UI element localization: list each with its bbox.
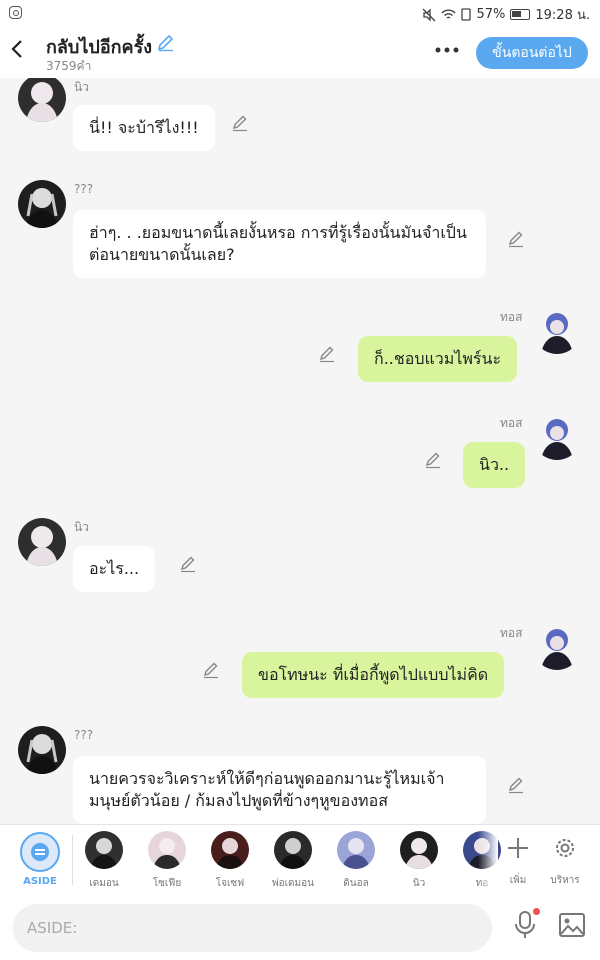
chevron-left-icon [11, 40, 22, 58]
character-label: พ่อเดมอน [272, 878, 314, 889]
image-icon[interactable] [558, 912, 586, 938]
character-chip[interactable]: นิว [397, 831, 441, 891]
more-dots-icon [435, 47, 459, 53]
edit-message-icon[interactable] [231, 114, 249, 132]
character-label: นิว [412, 878, 426, 889]
chat-header: กลับไปอีกครั้ง 3759คำ ขั้นตอนต่อไป [0, 26, 600, 78]
edit-message-icon[interactable] [179, 555, 197, 573]
back-button[interactable] [10, 38, 30, 64]
character-label: โซเฟีย [152, 878, 182, 889]
message-bubble[interactable]: ฮ่าๆ. . .ยอมขนาดนี้เลยงั้นหรอ การที่รู้เ… [73, 210, 486, 278]
edit-message-icon[interactable] [424, 451, 442, 469]
chat-area[interactable]: นิว นี่!! จะบ้ารึไง!!! ??? ฮ่าๆ. . .ยอมข… [0, 78, 600, 824]
word-count: 3759คำ [46, 59, 92, 73]
manage-characters-button[interactable]: บริหาร [547, 831, 583, 888]
add-character-button[interactable]: เพิ่ม [500, 831, 536, 888]
avatar [533, 622, 581, 670]
sender-name: นิว [74, 520, 89, 534]
character-chip[interactable]: โจเซฟ [208, 831, 252, 891]
character-avatar [337, 831, 375, 869]
character-label: เดมอน [89, 878, 119, 889]
message-input[interactable]: ASIDE: [13, 904, 492, 952]
microphone-button[interactable] [512, 908, 540, 940]
sender-name: ทอส [500, 310, 523, 324]
instagram-icon [9, 6, 22, 19]
character-chip[interactable]: พ่อเดมอน [271, 831, 315, 891]
sender-name: นิว [74, 80, 89, 94]
aside-label: ASIDE [23, 876, 57, 887]
avatar [18, 180, 66, 228]
character-avatar [85, 831, 123, 869]
message-bubble[interactable]: ขอโทษนะ ที่เมื่อกี้พูดไปแบบไม่คิด [242, 652, 505, 698]
aside-button[interactable] [20, 832, 60, 872]
chat-bubble-icon [31, 843, 49, 861]
edit-title-icon[interactable] [156, 32, 176, 52]
message-bubble[interactable]: อะไร... [73, 546, 156, 592]
message-bubble[interactable]: ก็..ชอบแวมไพร์นะ [358, 336, 518, 382]
status-right: 57% 19:28 น. [422, 4, 590, 25]
input-bar: ASIDE: [0, 896, 600, 960]
character-chip[interactable]: ดินอล [334, 831, 378, 891]
sender-name: ทอส [500, 416, 523, 430]
manage-label: บริหาร [550, 875, 580, 886]
avatar [533, 412, 581, 460]
clock: 19:28 น. [535, 8, 590, 23]
next-step-button[interactable]: ขั้นตอนต่อไป [476, 37, 588, 69]
data-icon [461, 8, 472, 21]
edit-message-icon[interactable] [202, 661, 220, 679]
character-avatar [400, 831, 438, 869]
mute-icon [423, 7, 436, 22]
divider [72, 835, 73, 885]
message-bubble[interactable]: นายควรจะวิเคราะห์ให้ดีๆก่อนพูดออกมานะรู้… [73, 756, 486, 824]
plus-icon [508, 838, 528, 858]
character-chip[interactable]: เดมอน [82, 831, 126, 891]
character-label: ดินอล [343, 878, 369, 889]
edit-message-icon[interactable] [507, 230, 525, 248]
wifi-icon [441, 9, 456, 19]
avatar [18, 726, 66, 774]
gear-icon [556, 839, 574, 857]
battery-icon [510, 9, 531, 20]
edit-message-icon[interactable] [507, 776, 525, 794]
character-chip[interactable]: โซเฟีย [145, 831, 189, 891]
character-avatar [274, 831, 312, 869]
sender-name: ??? [74, 182, 94, 196]
character-avatar [148, 831, 186, 869]
avatar [18, 518, 66, 566]
sender-name: ทอส [500, 626, 523, 640]
sender-name: ??? [74, 728, 94, 742]
add-label: เพิ่ม [509, 875, 527, 886]
more-options-button[interactable] [434, 40, 460, 64]
battery-text: 57% [476, 7, 506, 22]
character-label: โจเซฟ [215, 878, 245, 889]
recording-dot [533, 908, 540, 915]
scroll-fade [478, 825, 498, 897]
message-bubble[interactable]: นิว.. [463, 442, 526, 488]
status-bar: 57% 19:28 น. [0, 0, 600, 26]
message-bubble[interactable]: นี่!! จะบ้ารึไง!!! [73, 105, 215, 151]
avatar [533, 306, 581, 354]
character-bar: ASIDE เดมอน โซเฟีย โจเซฟ พ่อเดมอน ดินอล … [0, 824, 600, 897]
edit-message-icon[interactable] [318, 345, 336, 363]
avatar [18, 78, 66, 122]
character-avatar [211, 831, 249, 869]
